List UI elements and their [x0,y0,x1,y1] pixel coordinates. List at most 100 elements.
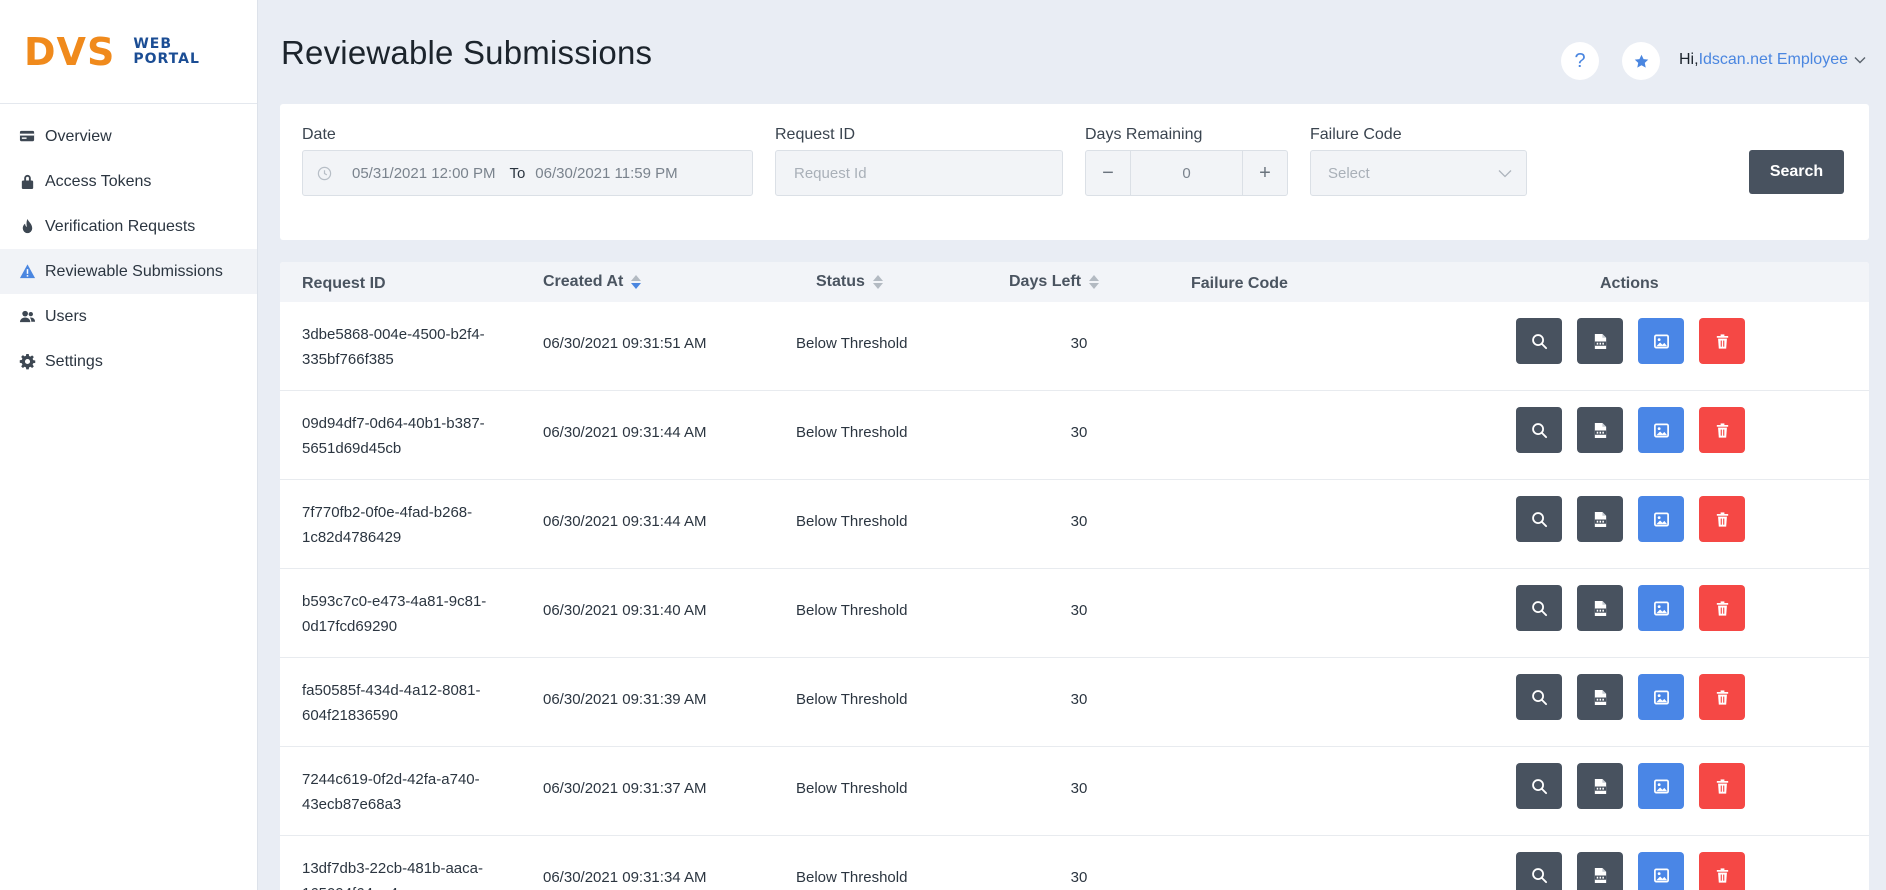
favorites-button[interactable] [1622,42,1660,80]
days-left-cell: 30 [1070,602,1088,619]
pdf-button[interactable] [1577,496,1623,542]
days-remaining-label: Days Remaining [1085,126,1203,143]
images-button[interactable] [1638,496,1684,542]
request-id-line-1: 09d94df7-0d64-40b1-b387- [302,415,485,432]
request-id-line-2: 335bf766f385 [302,351,394,368]
image-icon [1653,779,1669,793]
request-id-line-1: b593c7c0-e473-4a81-9c81- [302,593,487,610]
days-remaining-input[interactable]: 0 [1131,165,1242,182]
logo-portal: PORTAL [133,50,200,67]
sidebar-item-verification-requests[interactable]: Verification Requests [0,204,257,249]
view-button[interactable] [1516,318,1562,364]
request-id-cell: 13df7db3-22cb-481b-aaca- 165094f64aa4 [302,856,502,890]
created-at-cell: 06/30/2021 09:31:37 AM [543,780,707,797]
status-cell: Below Threshold [796,513,908,530]
trash-icon [1716,511,1728,527]
delete-button[interactable] [1699,763,1745,809]
pdf-file-icon [1594,778,1606,794]
column-actions: Actions [1600,275,1659,293]
table-row: 7244c619-0f2d-42fa-a740- 43ecb87e68a3 06… [280,747,1869,836]
column-status[interactable]: Status [816,273,883,291]
delete-button[interactable] [1699,318,1745,364]
help-icon: ? [1574,49,1586,72]
sidebar: DVS WEB PORTAL Overview Access Tokens Ve… [0,0,258,890]
images-button[interactable] [1638,318,1684,364]
request-id-line-2: 0d17fcd69290 [302,618,398,635]
delete-button[interactable] [1699,852,1745,890]
request-id-cell: b593c7c0-e473-4a81-9c81- 0d17fcd69290 [302,589,502,639]
images-button[interactable] [1638,763,1684,809]
delete-button[interactable] [1699,674,1745,720]
status-cell: Below Threshold [796,691,908,708]
view-button[interactable] [1516,763,1562,809]
view-button[interactable] [1516,407,1562,453]
logo-web: WEB [133,35,173,52]
trash-icon [1716,867,1728,883]
date-label: Date [302,126,336,143]
search-button[interactable]: Search [1749,150,1844,194]
sidebar-item-label: Overview [45,127,112,145]
request-id-line-2: 604f21836590 [302,707,398,724]
sidebar-item-access-tokens[interactable]: Access Tokens [0,159,257,204]
pdf-button[interactable] [1577,852,1623,890]
view-button[interactable] [1516,585,1562,631]
search-icon [1531,422,1547,438]
view-button[interactable] [1516,674,1562,720]
table-row: 09d94df7-0d64-40b1-b387- 5651d69d45cb 06… [280,391,1869,480]
delete-button[interactable] [1699,585,1745,631]
sort-icon[interactable] [872,275,883,289]
pdf-button[interactable] [1577,318,1623,364]
trash-icon [1716,600,1728,616]
delete-button[interactable] [1699,496,1745,542]
column-failure-code: Failure Code [1191,275,1288,293]
gear-icon [18,353,36,371]
sort-icon[interactable] [631,275,642,289]
sidebar-item-users[interactable]: Users [0,294,257,339]
request-id-input[interactable] [794,164,1062,182]
image-icon [1653,690,1669,704]
pdf-button[interactable] [1577,674,1623,720]
images-button[interactable] [1638,585,1684,631]
view-button[interactable] [1516,852,1562,890]
sidebar-item-reviewable-submissions[interactable]: Reviewable Submissions [0,249,257,294]
help-button[interactable]: ? [1561,42,1599,80]
column-label: Failure Code [1191,275,1288,292]
days-left-cell: 30 [1070,780,1088,797]
created-at-cell: 06/30/2021 09:31:44 AM [543,513,707,530]
pdf-button[interactable] [1577,763,1623,809]
decrement-button[interactable]: − [1086,151,1131,195]
delete-button[interactable] [1699,407,1745,453]
users-icon [18,308,36,326]
image-icon [1653,334,1669,348]
pdf-button[interactable] [1577,407,1623,453]
date-range-picker[interactable]: 05/31/2021 12:00 PM To 06/30/2021 11:59 … [302,150,753,196]
request-id-cell: 7244c619-0f2d-42fa-a740- 43ecb87e68a3 [302,767,502,817]
pdf-file-icon [1594,867,1606,883]
images-button[interactable] [1638,674,1684,720]
table-row: 7f770fb2-0f0e-4fad-b268- 1c82d4786429 06… [280,480,1869,569]
column-label: Actions [1600,275,1659,292]
images-button[interactable] [1638,407,1684,453]
sidebar-item-settings[interactable]: Settings [0,339,257,384]
column-created-at[interactable]: Created At [543,273,642,291]
request-id-label: Request ID [775,126,856,143]
failure-code-select[interactable]: Select [1310,150,1527,196]
table-body: 3dbe5868-004e-4500-b2f4- 335bf766f385 06… [280,302,1869,890]
images-button[interactable] [1638,852,1684,890]
logo-dvs: DVS [24,29,116,74]
sort-icon[interactable] [1089,275,1100,289]
row-actions [1516,585,1760,631]
pdf-button[interactable] [1577,585,1623,631]
days-remaining-stepper: − 0 + [1085,150,1288,196]
logo[interactable]: DVS WEB PORTAL [0,0,257,104]
search-icon [1531,600,1547,616]
table-row: 13df7db3-22cb-481b-aaca- 165094f64aa4 06… [280,836,1869,890]
created-at-cell: 06/30/2021 09:31:39 AM [543,691,707,708]
column-days-left[interactable]: Days Left [1009,273,1100,291]
sidebar-item-overview[interactable]: Overview [0,114,257,159]
user-menu[interactable]: Hi, Idscan.net Employee [1679,51,1866,69]
view-button[interactable] [1516,496,1562,542]
submissions-table: Request ID Created At Status Days Left F… [280,262,1869,890]
increment-button[interactable]: + [1242,151,1287,195]
request-id-line-1: fa50585f-434d-4a12-8081- [302,682,481,699]
